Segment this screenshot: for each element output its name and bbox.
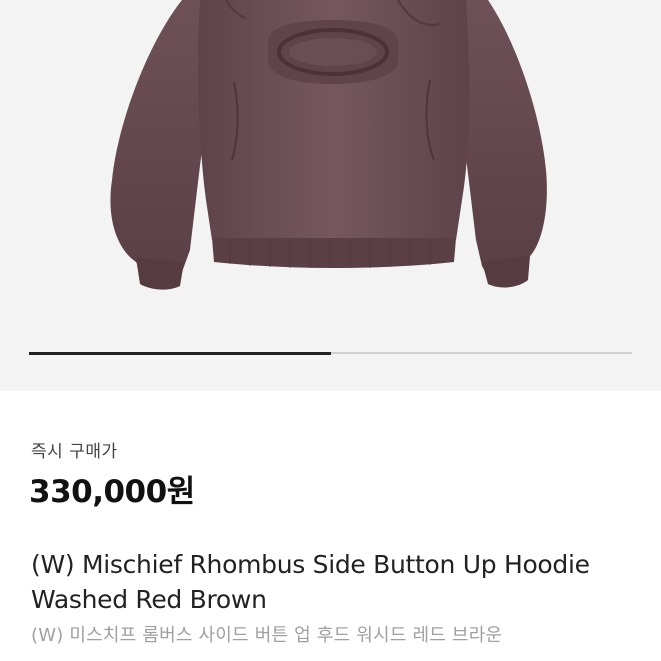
hem-rib (212, 238, 456, 268)
instant-buy-price-label: 즉시 구매가 (31, 442, 118, 462)
product-subtitle-korean: (W) 미스치프 롬버스 사이드 버튼 업 후드 워시드 레드 브라운 (31, 625, 503, 646)
product-price: 330,000원 (29, 474, 195, 510)
product-image-area[interactable] (0, 0, 661, 391)
product-title: (W) Mischief Rhombus Side Button Up Hood… (31, 550, 590, 614)
hoodie-product-photo (110, 0, 547, 290)
carousel-progress-track[interactable] (29, 351, 632, 355)
left-cuff (136, 258, 184, 290)
carousel-progress-fill (29, 351, 331, 355)
